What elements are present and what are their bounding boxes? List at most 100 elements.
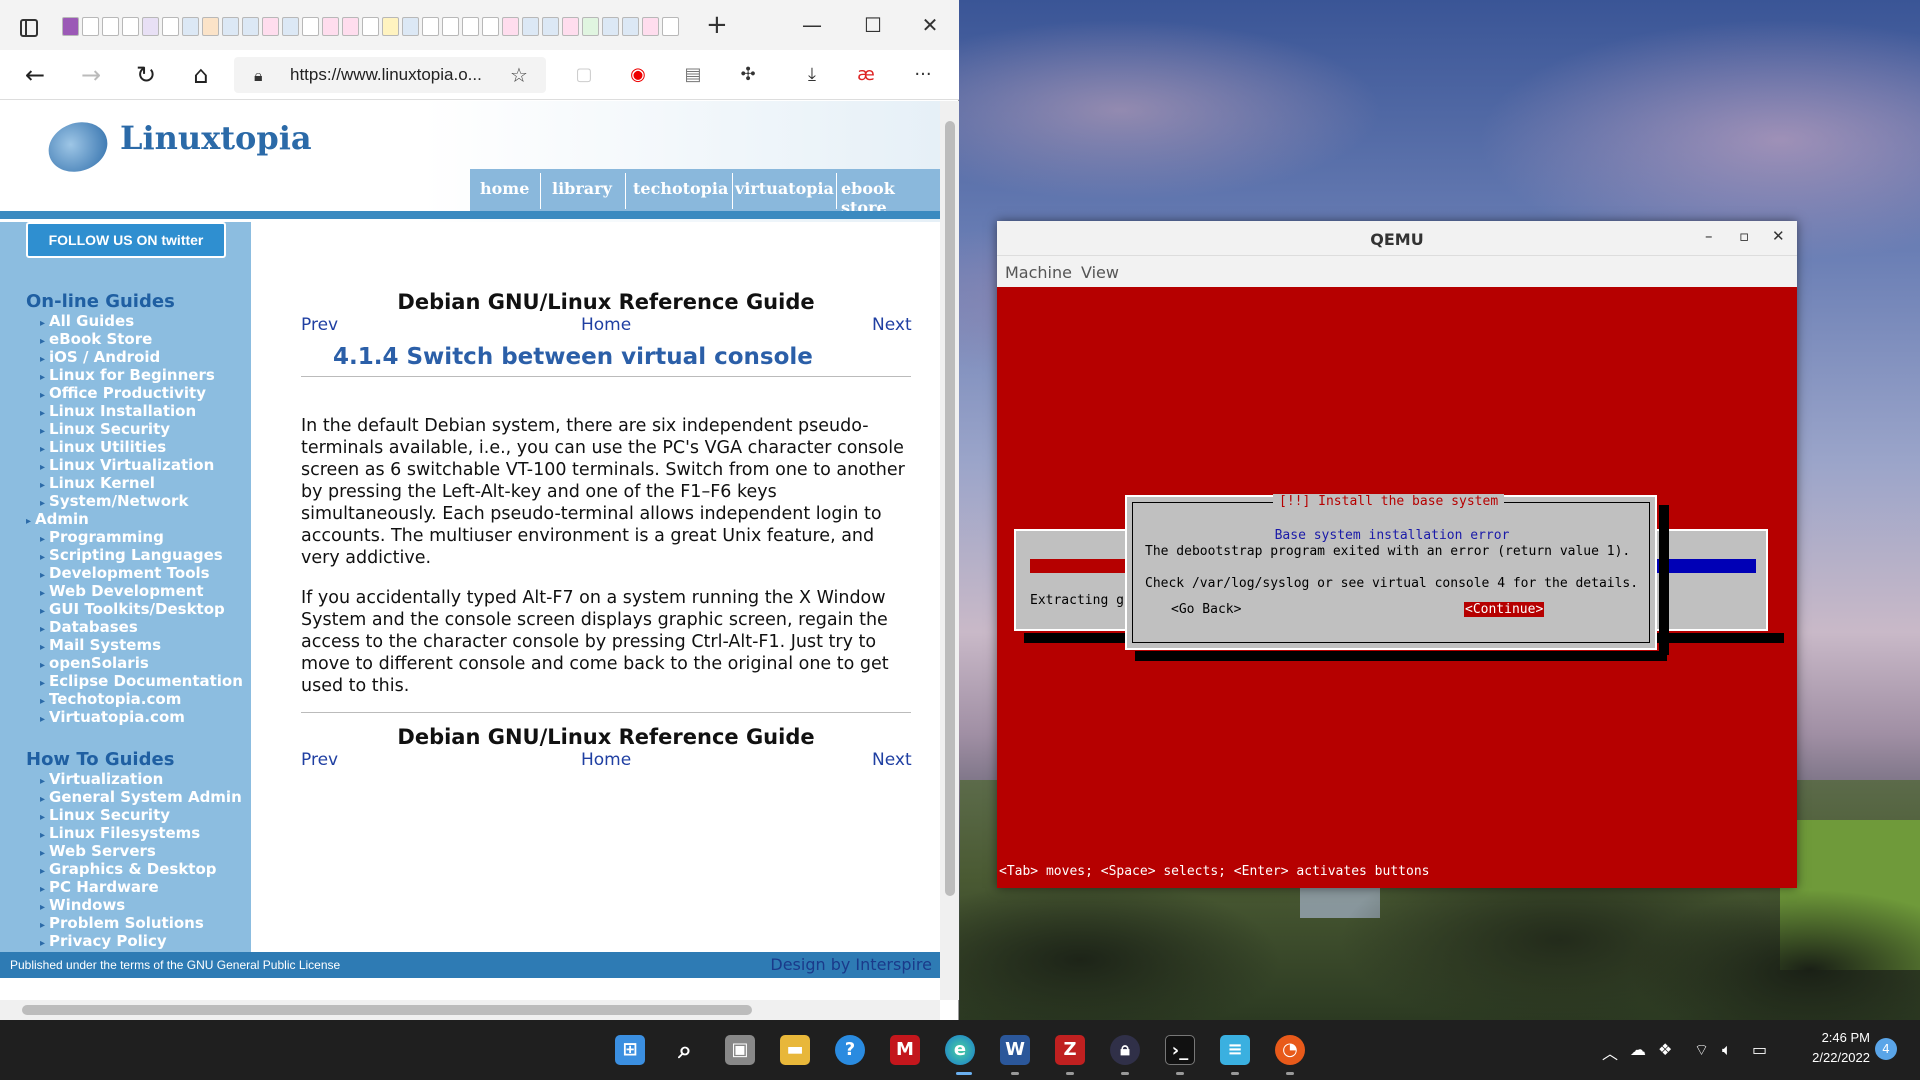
address-bar[interactable]: 🔒︎ https://www.linuxtopia.o... ☆ [234, 57, 546, 93]
minimize-button[interactable]: — [797, 10, 827, 40]
prev-link[interactable]: Prev [301, 750, 338, 770]
onedrive-cloud-icon[interactable]: ☁ [1630, 1040, 1646, 1059]
clock[interactable]: 2:46 PM 2/22/2022 [1780, 1028, 1870, 1068]
qemu-icon[interactable]: ◔ [1275, 1035, 1305, 1065]
nav-techotopia[interactable]: techotopia [633, 179, 728, 198]
tab-favicon[interactable] [422, 17, 439, 36]
close-button[interactable]: ✕ [915, 10, 945, 40]
tab-favicon[interactable] [102, 17, 119, 36]
notification-badge[interactable]: 4 [1875, 1038, 1897, 1060]
continue-button[interactable]: <Continue> [1464, 602, 1545, 617]
tab-favicon[interactable] [262, 17, 279, 36]
tab-favicon[interactable] [442, 17, 459, 36]
site-logo-icon[interactable] [41, 114, 115, 180]
file-explorer-icon[interactable]: ▬ [780, 1035, 810, 1065]
forward-icon[interactable]: → [73, 58, 109, 92]
refresh-icon[interactable]: ↻ [128, 58, 164, 92]
sidebar-link[interactable]: Virtuatopia.com [40, 708, 185, 729]
tab-favicon[interactable] [502, 17, 519, 36]
task-view-icon[interactable]: ▣ [725, 1035, 755, 1065]
dropbox-icon[interactable]: ❖ [1658, 1040, 1672, 1059]
zotero-icon[interactable]: Z [1055, 1035, 1085, 1065]
tab-actions-icon[interactable] [20, 19, 38, 37]
tab-favicon[interactable] [582, 17, 599, 36]
mcafee-icon[interactable]: M [890, 1035, 920, 1065]
tab-favicon[interactable] [402, 17, 419, 36]
tab-favicon[interactable] [482, 17, 499, 36]
wifi-icon[interactable]: ⌔ [1694, 1040, 1709, 1060]
tab-favicon[interactable] [242, 17, 259, 36]
twitter-follow-button[interactable]: FOLLOW US ON twitter [26, 222, 226, 258]
tab-favicon[interactable] [622, 17, 639, 36]
tab-favicon[interactable] [602, 17, 619, 36]
tab-favicon[interactable] [642, 17, 659, 36]
tab-favicon[interactable] [462, 17, 479, 36]
vertical-scrollbar[interactable] [940, 101, 959, 1000]
qemu-titlebar[interactable]: QEMU – ▫ ✕ [997, 221, 1797, 256]
design-credit-link[interactable]: Design by Interspire [770, 955, 932, 974]
lock-icon[interactable]: 🔒︎ [254, 66, 263, 86]
help-icon[interactable]: ? [835, 1035, 865, 1065]
tab-favicon[interactable] [662, 17, 679, 36]
tab-favicon[interactable] [202, 17, 219, 36]
prev-link[interactable]: Prev [301, 315, 338, 335]
tab-favicon[interactable] [342, 17, 359, 36]
home-icon[interactable]: ⌂ [183, 58, 219, 92]
next-link[interactable]: Next [872, 750, 912, 770]
maximize-button[interactable]: ☐ [858, 10, 888, 40]
extension-icon[interactable]: ▢ [572, 63, 596, 87]
next-link[interactable]: Next [872, 315, 912, 335]
nav-virtuatopia[interactable]: virtuatopia [735, 179, 834, 198]
tab-favicon[interactable] [542, 17, 559, 36]
terminal-icon[interactable]: ›_ [1165, 1035, 1195, 1065]
vm-screen[interactable]: Extracting g [!!] Install the base syste… [997, 287, 1797, 888]
notepad-icon[interactable]: ≡ [1220, 1035, 1250, 1065]
tab-favicon[interactable] [302, 17, 319, 36]
tab-favicon[interactable] [382, 17, 399, 36]
scroll-thumb[interactable] [945, 121, 955, 896]
new-tab-button[interactable]: + [706, 12, 728, 38]
maximize-button[interactable]: ▫ [1739, 227, 1749, 245]
downloads-icon[interactable]: ⤓ [800, 63, 824, 87]
menu-machine[interactable]: Machine [1005, 263, 1072, 282]
more-menu-icon[interactable]: ··· [911, 63, 935, 87]
close-button[interactable]: ✕ [1772, 227, 1785, 245]
battery-icon[interactable]: ▭ [1752, 1040, 1767, 1059]
tab-favicon[interactable] [122, 17, 139, 36]
tab-favicon[interactable] [82, 17, 99, 36]
nav-library[interactable]: library [552, 179, 612, 198]
tab-favicon[interactable] [562, 17, 579, 36]
home-link[interactable]: Home [581, 315, 631, 335]
tab-favicon[interactable] [322, 17, 339, 36]
home-link[interactable]: Home [581, 750, 631, 770]
start-icon[interactable]: ⊞ [615, 1035, 645, 1065]
sidebar-link[interactable]: Privacy Policy [40, 932, 167, 953]
vpn-lock-icon[interactable]: 🔒︎ [1110, 1035, 1140, 1065]
edge-icon[interactable]: e [945, 1035, 975, 1065]
tab-favicon[interactable] [522, 17, 539, 36]
tab-favicon[interactable] [162, 17, 179, 36]
url-text[interactable]: https://www.linuxtopia.o... [290, 65, 482, 85]
extensions-puzzle-icon[interactable]: ✣ [736, 63, 760, 87]
add-favorite-icon[interactable]: ☆ [510, 63, 528, 87]
horizontal-scrollbar[interactable] [0, 1000, 940, 1020]
tab-favicon[interactable] [182, 17, 199, 36]
back-icon[interactable]: ← [17, 58, 53, 92]
tab-favicon[interactable] [282, 17, 299, 36]
site-logo[interactable]: Linuxtopia [120, 119, 312, 157]
chevron-up-icon[interactable]: ︿ [1602, 1040, 1618, 1064]
tab-favicon[interactable] [362, 17, 379, 36]
reading-icon[interactable]: ▤ [681, 63, 705, 87]
nav-home[interactable]: home [480, 179, 529, 198]
profile-extension-icon[interactable]: æ [854, 63, 878, 87]
search-icon[interactable]: ⌕ [670, 1035, 700, 1065]
minimize-button[interactable]: – [1705, 227, 1713, 245]
volume-icon[interactable]: 🔈︎ [1722, 1040, 1732, 1060]
menu-view[interactable]: View [1081, 263, 1119, 282]
go-back-button[interactable]: <Go Back> [1171, 602, 1241, 617]
opera-extension-icon[interactable]: ◉ [626, 63, 650, 87]
tab-favicon[interactable] [142, 17, 159, 36]
tab-favicon[interactable] [62, 17, 79, 36]
tab-favicon[interactable] [222, 17, 239, 36]
scroll-thumb[interactable] [22, 1005, 752, 1015]
